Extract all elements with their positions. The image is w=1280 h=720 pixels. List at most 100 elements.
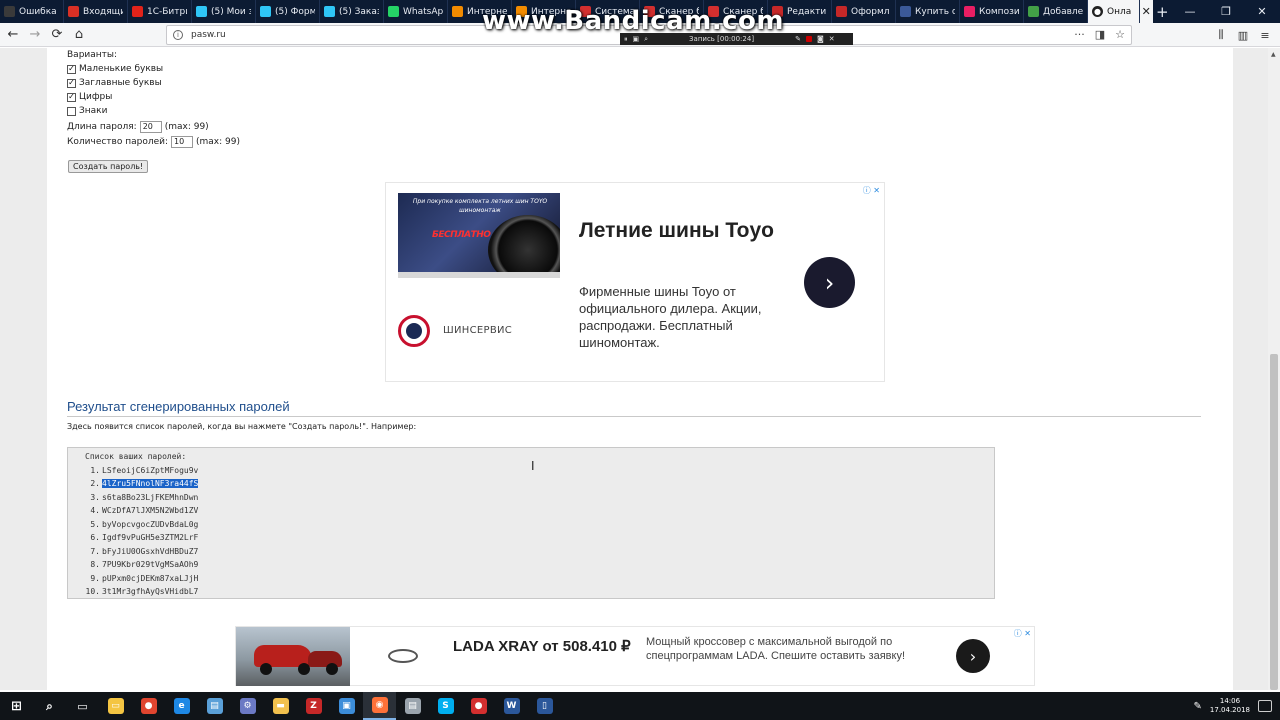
taskbar-app[interactable]: e bbox=[165, 692, 198, 720]
tab-item[interactable]: (5) Форма bbox=[256, 0, 320, 23]
tab-item[interactable]: WhatsApp bbox=[384, 0, 448, 23]
clock[interactable]: 14:06 17.04.2018 bbox=[1210, 697, 1250, 715]
tab-item[interactable]: Добавле bbox=[1024, 0, 1088, 23]
taskbar-app[interactable]: Z bbox=[297, 692, 330, 720]
count-input[interactable]: 10 bbox=[171, 135, 194, 148]
password-value[interactable]: s6ta8Bo23LjFKEMhnDwn bbox=[102, 493, 198, 502]
password-value[interactable]: byVopcvgocZUDvBdaL0g bbox=[102, 520, 198, 529]
rec-camera-icon[interactable]: ◙ bbox=[817, 35, 824, 43]
option-row: ✓ Заглавные буквы bbox=[67, 76, 240, 90]
page-scrollbar[interactable]: ▲ bbox=[1268, 48, 1280, 690]
password-row[interactable]: 5. byVopcvgocZUDvBdaL0g bbox=[85, 520, 994, 534]
tab-item[interactable]: Купить с bbox=[896, 0, 960, 23]
password-value[interactable]: WCzDfA7lJXM5N2Wbd1ZV bbox=[102, 506, 198, 515]
filezilla-icon: Z bbox=[305, 698, 322, 714]
info-icon[interactable]: i bbox=[173, 30, 183, 40]
taskbar-app[interactable]: W bbox=[495, 692, 528, 720]
start-button[interactable]: ⊞ bbox=[0, 692, 33, 720]
rec-screen-icon[interactable]: ▣ bbox=[633, 35, 640, 43]
taskbar-app[interactable]: ▯ bbox=[528, 692, 561, 720]
taskbar-app[interactable]: ▭ bbox=[99, 692, 132, 720]
taskbar-app[interactable]: ⚙ bbox=[231, 692, 264, 720]
taskbar-app[interactable]: ● bbox=[462, 692, 495, 720]
home-icon[interactable]: ⌂ bbox=[68, 24, 90, 46]
taskbar-app[interactable]: ▣ bbox=[330, 692, 363, 720]
search-button[interactable]: ⌕ bbox=[33, 692, 66, 720]
adchoices-icon[interactable]: ⓘ ✕ bbox=[863, 185, 880, 196]
close-tab-icon[interactable]: ✕ bbox=[1139, 0, 1153, 23]
password-value[interactable]: 7PU9Kbr029tVgMSaAOh9 bbox=[102, 560, 198, 569]
page-actions-icon[interactable]: ··· bbox=[1074, 28, 1085, 41]
rec-stop-icon[interactable] bbox=[805, 36, 812, 42]
taskbar-app[interactable]: ▬ bbox=[264, 692, 297, 720]
active-tab[interactable]: ● Онла bbox=[1088, 0, 1140, 23]
ad-headline[interactable]: Летние шины Toyo bbox=[579, 216, 779, 245]
password-row[interactable]: 8. 7PU9Kbr029tVgMSaAOh9 bbox=[85, 560, 994, 574]
tab-item[interactable]: (5) Заказ bbox=[320, 0, 384, 23]
tab-item[interactable]: Ошибка восстан bbox=[0, 0, 64, 23]
rec-close-icon[interactable]: ✕ bbox=[829, 35, 835, 43]
password-value[interactable]: 3t1Mr3gfhAyQsVHidbL7 bbox=[102, 587, 198, 596]
password-row[interactable]: 3. s6ta8Bo23LjFKEMhnDwn bbox=[85, 493, 994, 507]
option-checkbox[interactable]: ✓ bbox=[67, 64, 76, 74]
rec-zoom-icon[interactable]: ⌕ bbox=[644, 35, 648, 44]
ad-next-button[interactable]: › bbox=[804, 257, 855, 308]
close-window-icon[interactable]: ✕ bbox=[1244, 0, 1280, 23]
reload-icon[interactable]: ⟳ bbox=[46, 24, 68, 46]
minimize-icon[interactable]: — bbox=[1172, 0, 1208, 23]
pocket-icon[interactable]: ◨ bbox=[1095, 28, 1105, 41]
option-checkbox[interactable]: ✓ bbox=[67, 78, 76, 88]
password-row[interactable]: 2. 4lZru5FNnolNF3ra44fS bbox=[85, 479, 994, 493]
taskbar-app[interactable]: ◉ bbox=[363, 692, 396, 720]
password-row[interactable]: 1. LSfeoijC6iZptMFogu9v bbox=[85, 466, 994, 480]
system-tray: ✎ 14:06 17.04.2018 bbox=[1194, 697, 1280, 715]
taskbar-app[interactable]: S bbox=[429, 692, 462, 720]
rec-pause-icon[interactable]: ⏸ bbox=[624, 35, 628, 44]
password-row[interactable]: 4. WCzDfA7lJXM5N2Wbd1ZV bbox=[85, 506, 994, 520]
password-row[interactable]: 9. pUPxm0cjDEKm87xaLJjH bbox=[85, 574, 994, 588]
ad-banner-lada[interactable]: ⓘ ✕ LADA XRAY от 508.410 ₽ Мощный кроссо… bbox=[235, 626, 1035, 686]
sidebar-icon[interactable]: ▥ bbox=[1232, 29, 1254, 42]
ad-next-button[interactable]: › bbox=[956, 639, 990, 673]
ad-image[interactable]: При покупке комплекта летних шин TOYO ши… bbox=[398, 193, 560, 278]
ad-title[interactable]: LADA XRAY от 508.410 ₽ bbox=[453, 637, 633, 657]
password-value[interactable]: 4lZru5FNnolNF3ra44fS bbox=[102, 479, 199, 488]
pen-icon[interactable]: ✎ bbox=[1194, 701, 1202, 712]
scrollbar-thumb[interactable] bbox=[1270, 354, 1278, 690]
options-list: ✓ Маленькие буквы ✓ Заглавные буквы ✓ Цифры Зн… bbox=[67, 62, 240, 118]
menu-icon[interactable]: ≡ bbox=[1254, 29, 1276, 42]
password-value[interactable]: Igdf9vPuGH5e3ZTM2LrF bbox=[102, 533, 198, 542]
new-tab-button[interactable]: + bbox=[1153, 0, 1172, 23]
option-checkbox[interactable]: ✓ bbox=[67, 92, 76, 102]
back-icon[interactable]: ← bbox=[2, 24, 24, 46]
rec-pen-icon[interactable]: ✎ bbox=[795, 35, 801, 43]
tab-item[interactable]: Композит bbox=[960, 0, 1024, 23]
password-row[interactable]: 10. 3t1Mr3gfhAyQsVHidbL7 bbox=[85, 587, 994, 601]
password-value[interactable]: bFyJiU0OGsxhVdHBDuZ7 bbox=[102, 547, 198, 556]
tab-item[interactable]: 1С-Битрикс bbox=[128, 0, 192, 23]
bookmark-star-icon[interactable]: ☆ bbox=[1115, 28, 1125, 41]
ad-car-image[interactable] bbox=[236, 627, 350, 686]
password-row[interactable]: 6. Igdf9vPuGH5e3ZTM2LrF bbox=[85, 533, 994, 547]
forward-icon[interactable]: → bbox=[24, 24, 46, 46]
toolbar-right: ⫼ ▥ ≡ bbox=[1210, 23, 1276, 47]
notification-icon[interactable] bbox=[1258, 700, 1272, 712]
tab-item[interactable]: (5) Мои з bbox=[192, 0, 256, 23]
taskbar-app[interactable]: ▤ bbox=[198, 692, 231, 720]
password-row[interactable]: 7. bFyJiU0OGsxhVdHBDuZ7 bbox=[85, 547, 994, 561]
library-icon[interactable]: ⫼ bbox=[1210, 28, 1232, 42]
tab-item[interactable]: Входящие bbox=[64, 0, 128, 23]
ad-banner-toyo[interactable]: ⓘ ✕ При покупке комплекта летних шин TOY… bbox=[385, 182, 885, 382]
length-input[interactable]: 20 bbox=[139, 120, 162, 133]
scroll-up-icon[interactable]: ▲ bbox=[1271, 51, 1276, 58]
create-password-button[interactable]: Создать пароль! bbox=[68, 160, 149, 173]
maximize-icon[interactable]: ❐ bbox=[1208, 0, 1244, 23]
taskbar-app[interactable]: ● bbox=[132, 692, 165, 720]
task-view-button[interactable]: ▭ bbox=[66, 692, 99, 720]
option-checkbox[interactable] bbox=[67, 106, 76, 116]
adchoices-icon[interactable]: ⓘ ✕ bbox=[1014, 628, 1031, 639]
taskbar-app[interactable]: ▤ bbox=[396, 692, 429, 720]
password-value[interactable]: pUPxm0cjDEKm87xaLJjH bbox=[102, 574, 198, 583]
password-value[interactable]: LSfeoijC6iZptMFogu9v bbox=[102, 466, 198, 475]
tab-item[interactable]: Оформл bbox=[832, 0, 896, 23]
